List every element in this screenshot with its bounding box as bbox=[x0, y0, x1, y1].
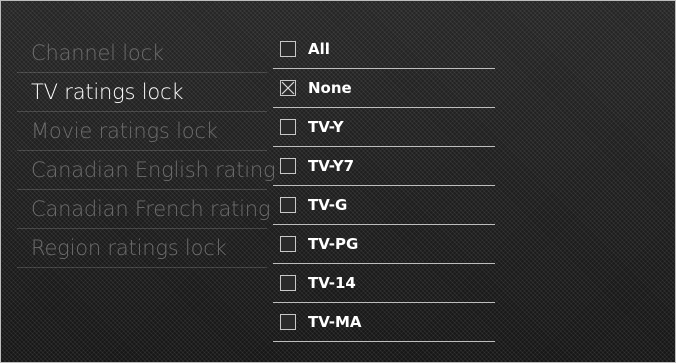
checkbox[interactable] bbox=[280, 119, 296, 135]
menu-item-canadian-english-rating[interactable]: Canadian English rating bbox=[17, 151, 276, 190]
menu-item-region-ratings-lock[interactable]: Region ratings lock bbox=[17, 229, 267, 268]
option-tv-y[interactable]: TV-Y bbox=[273, 108, 495, 147]
checkbox[interactable] bbox=[280, 158, 296, 174]
option-label: TV-MA bbox=[308, 313, 362, 331]
checkbox[interactable] bbox=[280, 314, 296, 330]
menu-item-canadian-french-rating[interactable]: Canadian French rating bbox=[17, 190, 270, 229]
option-tv-14[interactable]: TV-14 bbox=[273, 264, 495, 303]
checkbox[interactable] bbox=[280, 275, 296, 291]
checkbox[interactable] bbox=[280, 197, 296, 213]
option-tv-y7[interactable]: TV-Y7 bbox=[273, 147, 495, 186]
option-label: None bbox=[308, 79, 352, 97]
option-label: TV-G bbox=[308, 196, 348, 214]
tv-ratings-lock-screen: Channel lock TV ratings lock Movie ratin… bbox=[0, 0, 676, 363]
checkbox[interactable] bbox=[280, 41, 296, 57]
option-tv-ma[interactable]: TV-MA bbox=[273, 303, 495, 342]
ratings-options-list: All None TV-Y TV-Y7 TV-G TV-PG TV-14 TV-… bbox=[273, 30, 495, 342]
option-none[interactable]: None bbox=[273, 69, 495, 108]
ratings-menu: Channel lock TV ratings lock Movie ratin… bbox=[17, 33, 276, 268]
checkbox-checked[interactable] bbox=[280, 80, 296, 96]
option-label: TV-Y bbox=[308, 118, 344, 136]
menu-item-tv-ratings-lock[interactable]: TV ratings lock bbox=[17, 73, 267, 112]
checkbox[interactable] bbox=[280, 236, 296, 252]
x-mark-icon bbox=[281, 81, 295, 95]
menu-item-channel-lock[interactable]: Channel lock bbox=[17, 33, 267, 73]
option-label: TV-PG bbox=[308, 235, 359, 253]
option-label: TV-14 bbox=[308, 274, 356, 292]
option-label: TV-Y7 bbox=[308, 157, 355, 175]
option-tv-pg[interactable]: TV-PG bbox=[273, 225, 495, 264]
option-all[interactable]: All bbox=[273, 30, 495, 69]
option-label: All bbox=[308, 40, 330, 58]
menu-item-movie-ratings-lock[interactable]: Movie ratings lock bbox=[17, 112, 267, 151]
option-tv-g[interactable]: TV-G bbox=[273, 186, 495, 225]
